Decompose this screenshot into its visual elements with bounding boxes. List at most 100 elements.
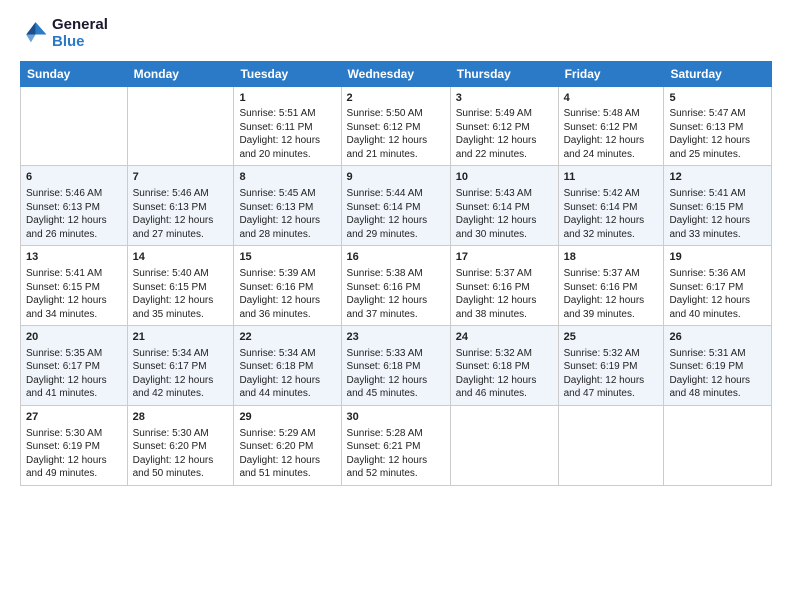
cell-info-line: Daylight: 12 hours and 29 minutes. (347, 214, 445, 241)
cell-content: 15Sunrise: 5:39 AMSunset: 6:16 PMDayligh… (239, 250, 335, 321)
logo: General Blue (20, 16, 108, 51)
day-number: 18 (564, 250, 659, 265)
header: General Blue (20, 16, 772, 51)
cell-info-line: Sunrise: 5:44 AM (347, 187, 445, 201)
cell-content: 27Sunrise: 5:30 AMSunset: 6:19 PMDayligh… (26, 410, 122, 481)
cell-content: 25Sunrise: 5:32 AMSunset: 6:19 PMDayligh… (564, 330, 659, 401)
day-number: 23 (347, 330, 445, 345)
cell-info-line: Sunrise: 5:43 AM (456, 187, 553, 201)
day-number: 6 (26, 170, 122, 185)
cell-info-line: Sunset: 6:16 PM (347, 281, 445, 295)
cell-info-line: Daylight: 12 hours and 50 minutes. (133, 454, 229, 481)
cell-info-line: Daylight: 12 hours and 49 minutes. (26, 454, 122, 481)
cell-info-line: Sunrise: 5:34 AM (133, 347, 229, 361)
cell-info-line: Sunset: 6:15 PM (133, 281, 229, 295)
calendar-cell: 5Sunrise: 5:47 AMSunset: 6:13 PMDaylight… (664, 86, 772, 166)
cell-content: 3Sunrise: 5:49 AMSunset: 6:12 PMDaylight… (456, 91, 553, 162)
calendar: SundayMondayTuesdayWednesdayThursdayFrid… (20, 61, 772, 486)
cell-info-line: Daylight: 12 hours and 40 minutes. (669, 294, 766, 321)
cell-content: 1Sunrise: 5:51 AMSunset: 6:11 PMDaylight… (239, 91, 335, 162)
cell-info-line: Sunset: 6:12 PM (347, 121, 445, 135)
cell-content: 26Sunrise: 5:31 AMSunset: 6:19 PMDayligh… (669, 330, 766, 401)
cell-info-line: Sunrise: 5:35 AM (26, 347, 122, 361)
cell-info-line: Sunset: 6:12 PM (456, 121, 553, 135)
day-number: 19 (669, 250, 766, 265)
day-number: 20 (26, 330, 122, 345)
col-header-thursday: Thursday (450, 61, 558, 86)
day-number: 14 (133, 250, 229, 265)
cell-info-line: Sunset: 6:14 PM (347, 201, 445, 215)
cell-info-line: Daylight: 12 hours and 41 minutes. (26, 374, 122, 401)
cell-info-line: Sunrise: 5:38 AM (347, 267, 445, 281)
cell-info-line: Sunset: 6:16 PM (564, 281, 659, 295)
cell-info-line: Sunset: 6:18 PM (239, 360, 335, 374)
cell-info-line: Sunrise: 5:42 AM (564, 187, 659, 201)
cell-info-line: Sunset: 6:17 PM (133, 360, 229, 374)
cell-content: 7Sunrise: 5:46 AMSunset: 6:13 PMDaylight… (133, 170, 229, 241)
calendar-cell: 26Sunrise: 5:31 AMSunset: 6:19 PMDayligh… (664, 326, 772, 406)
calendar-cell: 11Sunrise: 5:42 AMSunset: 6:14 PMDayligh… (558, 166, 664, 246)
cell-content: 18Sunrise: 5:37 AMSunset: 6:16 PMDayligh… (564, 250, 659, 321)
cell-content: 24Sunrise: 5:32 AMSunset: 6:18 PMDayligh… (456, 330, 553, 401)
cell-content: 16Sunrise: 5:38 AMSunset: 6:16 PMDayligh… (347, 250, 445, 321)
calendar-cell: 27Sunrise: 5:30 AMSunset: 6:19 PMDayligh… (21, 405, 128, 485)
day-number: 24 (456, 330, 553, 345)
cell-info-line: Sunset: 6:14 PM (564, 201, 659, 215)
cell-info-line: Sunset: 6:15 PM (669, 201, 766, 215)
cell-content: 23Sunrise: 5:33 AMSunset: 6:18 PMDayligh… (347, 330, 445, 401)
calendar-cell: 4Sunrise: 5:48 AMSunset: 6:12 PMDaylight… (558, 86, 664, 166)
cell-content: 12Sunrise: 5:41 AMSunset: 6:15 PMDayligh… (669, 170, 766, 241)
calendar-cell: 24Sunrise: 5:32 AMSunset: 6:18 PMDayligh… (450, 326, 558, 406)
cell-info-line: Sunset: 6:17 PM (669, 281, 766, 295)
cell-info-line: Daylight: 12 hours and 25 minutes. (669, 134, 766, 161)
col-header-wednesday: Wednesday (341, 61, 450, 86)
cell-info-line: Sunrise: 5:37 AM (564, 267, 659, 281)
calendar-cell: 21Sunrise: 5:34 AMSunset: 6:17 PMDayligh… (127, 326, 234, 406)
cell-info-line: Daylight: 12 hours and 45 minutes. (347, 374, 445, 401)
cell-content: 4Sunrise: 5:48 AMSunset: 6:12 PMDaylight… (564, 91, 659, 162)
calendar-cell: 30Sunrise: 5:28 AMSunset: 6:21 PMDayligh… (341, 405, 450, 485)
calendar-cell: 8Sunrise: 5:45 AMSunset: 6:13 PMDaylight… (234, 166, 341, 246)
cell-content: 19Sunrise: 5:36 AMSunset: 6:17 PMDayligh… (669, 250, 766, 321)
cell-info-line: Sunset: 6:11 PM (239, 121, 335, 135)
cell-info-line: Daylight: 12 hours and 51 minutes. (239, 454, 335, 481)
day-number: 5 (669, 91, 766, 106)
logo-text: General Blue (52, 16, 108, 51)
cell-info-line: Sunset: 6:19 PM (669, 360, 766, 374)
day-number: 15 (239, 250, 335, 265)
cell-info-line: Sunrise: 5:51 AM (239, 107, 335, 121)
cell-info-line: Daylight: 12 hours and 21 minutes. (347, 134, 445, 161)
day-number: 27 (26, 410, 122, 425)
calendar-cell: 14Sunrise: 5:40 AMSunset: 6:15 PMDayligh… (127, 246, 234, 326)
calendar-cell (21, 86, 128, 166)
cell-info-line: Sunset: 6:18 PM (456, 360, 553, 374)
cell-info-line: Sunrise: 5:40 AM (133, 267, 229, 281)
calendar-cell (558, 405, 664, 485)
cell-content: 2Sunrise: 5:50 AMSunset: 6:12 PMDaylight… (347, 91, 445, 162)
cell-info-line: Sunset: 6:13 PM (669, 121, 766, 135)
cell-info-line: Daylight: 12 hours and 22 minutes. (456, 134, 553, 161)
day-number: 10 (456, 170, 553, 185)
cell-content: 6Sunrise: 5:46 AMSunset: 6:13 PMDaylight… (26, 170, 122, 241)
col-header-tuesday: Tuesday (234, 61, 341, 86)
cell-info-line: Sunset: 6:20 PM (133, 440, 229, 454)
calendar-cell: 6Sunrise: 5:46 AMSunset: 6:13 PMDaylight… (21, 166, 128, 246)
col-header-friday: Friday (558, 61, 664, 86)
calendar-cell: 1Sunrise: 5:51 AMSunset: 6:11 PMDaylight… (234, 86, 341, 166)
calendar-cell (127, 86, 234, 166)
day-number: 29 (239, 410, 335, 425)
cell-content: 11Sunrise: 5:42 AMSunset: 6:14 PMDayligh… (564, 170, 659, 241)
cell-info-line: Daylight: 12 hours and 27 minutes. (133, 214, 229, 241)
day-number: 17 (456, 250, 553, 265)
day-number: 12 (669, 170, 766, 185)
calendar-cell: 22Sunrise: 5:34 AMSunset: 6:18 PMDayligh… (234, 326, 341, 406)
cell-info-line: Daylight: 12 hours and 24 minutes. (564, 134, 659, 161)
cell-info-line: Daylight: 12 hours and 47 minutes. (564, 374, 659, 401)
col-header-sunday: Sunday (21, 61, 128, 86)
calendar-cell: 13Sunrise: 5:41 AMSunset: 6:15 PMDayligh… (21, 246, 128, 326)
cell-info-line: Daylight: 12 hours and 26 minutes. (26, 214, 122, 241)
cell-info-line: Sunset: 6:19 PM (564, 360, 659, 374)
cell-info-line: Sunset: 6:18 PM (347, 360, 445, 374)
cell-info-line: Sunrise: 5:30 AM (133, 427, 229, 441)
calendar-cell: 29Sunrise: 5:29 AMSunset: 6:20 PMDayligh… (234, 405, 341, 485)
